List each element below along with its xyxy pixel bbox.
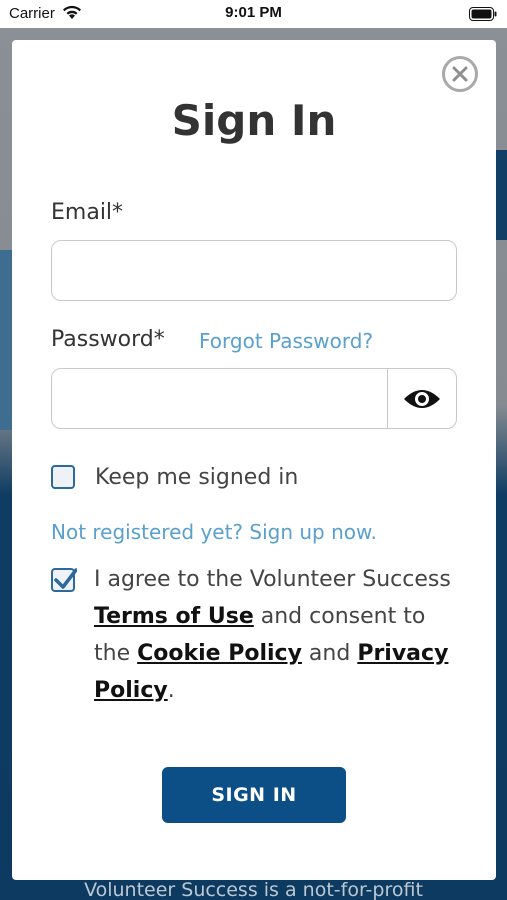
agreement-text-part: and [301,641,358,666]
email-label: Email* [51,200,124,225]
close-button[interactable] [442,56,478,92]
keep-signed-in-label: Keep me signed in [95,464,299,490]
agreement-text: I agree to the Volunteer Success Terms o… [94,561,464,709]
cookie-policy-link[interactable]: Cookie Policy [137,641,302,666]
sign-in-modal: Sign In Email* Password* Forgot Password… [12,40,496,880]
keep-signed-in-row[interactable]: Keep me signed in [51,462,298,492]
agreement-text-part: . [167,678,175,703]
background-panel [495,150,507,240]
password-field-wrapper [51,368,457,429]
password-label: Password* [51,327,165,352]
email-field[interactable] [51,240,457,301]
page-title: Sign In [171,96,337,145]
sign-up-link[interactable]: Not registered yet? Sign up now. [51,520,377,544]
terms-of-use-link[interactable]: Terms of Use [94,604,254,629]
checkmark-icon [54,568,77,589]
sign-in-button[interactable]: SIGN IN [162,767,346,823]
agreement-text-part: I agree to the Volunteer Success [94,567,451,592]
close-icon [452,66,468,82]
status-time: 9:01 PM [225,4,282,21]
keep-signed-in-checkbox[interactable] [51,465,75,489]
agree-terms-checkbox[interactable] [51,568,77,592]
status-bar: Carrier 9:01 PM [0,0,507,28]
password-field[interactable] [52,369,387,428]
eye-icon [404,389,440,408]
background-footer-text: Volunteer Success is a not-for-profit [84,879,423,900]
forgot-password-link[interactable]: Forgot Password? [199,329,373,353]
battery-icon [469,7,497,21]
show-password-button[interactable] [387,369,456,428]
